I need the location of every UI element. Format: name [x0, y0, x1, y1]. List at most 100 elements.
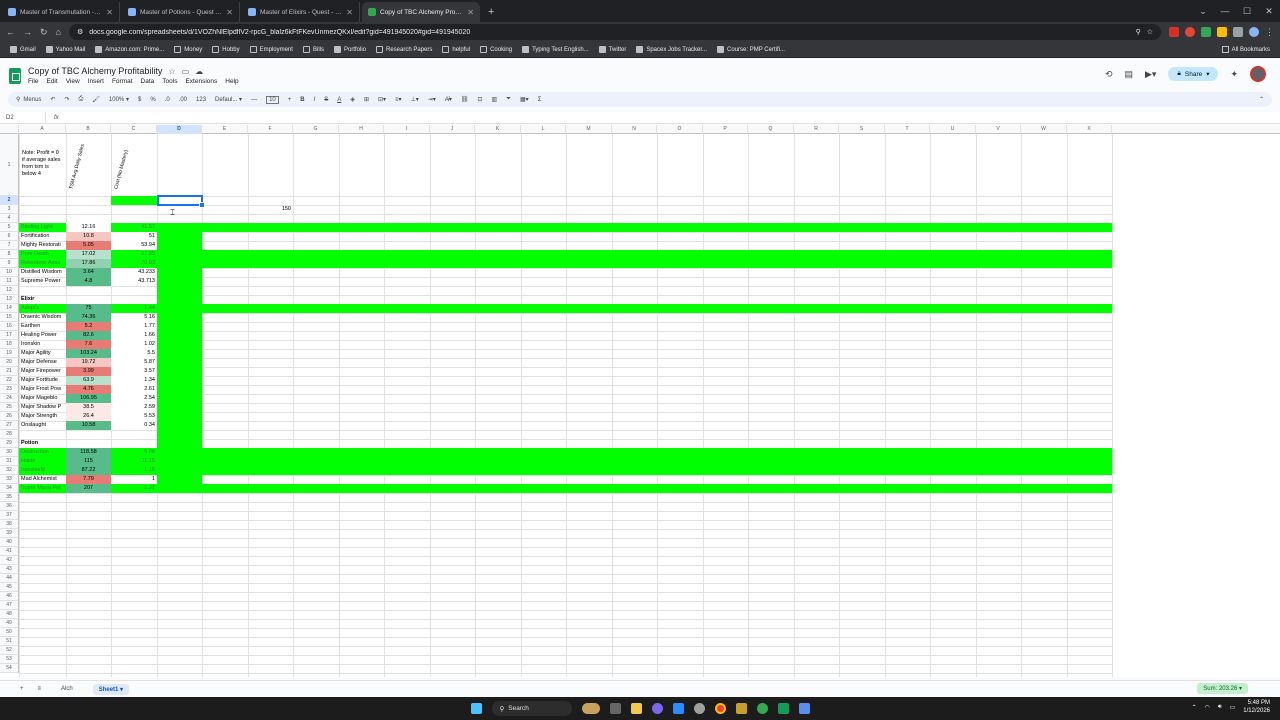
row-header[interactable]: 37 — [0, 511, 19, 520]
column-header-a[interactable]: A — [19, 125, 66, 134]
bookmark-star-icon[interactable]: ☆ — [1147, 28, 1153, 36]
row-header[interactable]: 53 — [0, 655, 19, 664]
item-name-cell[interactable]: Ironshield — [19, 466, 66, 475]
volume-icon[interactable]: 🔊︎ — [1218, 704, 1222, 711]
bookmark-item[interactable]: Hobby — [212, 46, 240, 53]
column-header-d[interactable]: D — [157, 125, 202, 134]
browser-tab[interactable]: Copy of TBC Alchemy Profitabili ✕ — [362, 2, 480, 22]
extension-icon[interactable] — [1185, 27, 1195, 37]
item-name-cell[interactable]: Healing Power — [19, 331, 66, 340]
row-header[interactable]: 40 — [0, 538, 19, 547]
column-header-i[interactable]: I — [384, 125, 430, 134]
selected-cell-d2[interactable] — [157, 195, 205, 208]
cost-cell[interactable]: 5.53 — [111, 412, 157, 421]
column-header-e[interactable]: E — [202, 125, 248, 134]
paint-format-icon[interactable]: 🖌︎ — [92, 96, 100, 103]
column-header-u[interactable]: U — [930, 125, 976, 134]
zoom-icon[interactable]: ⚲ — [1136, 28, 1141, 36]
bookmark-item[interactable]: Spacex Jobs Tracker... — [636, 46, 707, 53]
bookmark-item[interactable]: Cooking — [480, 46, 512, 53]
minimize-icon[interactable]: — — [1214, 0, 1236, 22]
row-header[interactable]: 8 — [0, 250, 19, 259]
chevron-up-icon[interactable]: ⌃ — [1192, 704, 1197, 711]
row-header[interactable]: 16 — [0, 322, 19, 331]
forward-icon[interactable]: → — [23, 27, 32, 37]
menu-help[interactable]: Help — [225, 78, 238, 85]
sales-cell[interactable]: 82.6 — [66, 331, 111, 340]
row-header[interactable]: 11 — [0, 277, 19, 286]
item-name-cell[interactable]: Supreme Power — [19, 277, 66, 286]
row-header[interactable]: 38 — [0, 520, 19, 529]
insert-link-icon[interactable]: ⛓︎ — [461, 96, 469, 103]
sales-cell[interactable]: 10.8 — [66, 232, 111, 241]
extension-icon[interactable] — [1217, 27, 1227, 37]
cost-cell[interactable]: 3.57 — [111, 367, 157, 376]
sales-cell[interactable]: 207 — [66, 484, 111, 493]
app-icon[interactable] — [735, 703, 747, 714]
zoom-select[interactable]: 100% ▾ — [109, 96, 129, 103]
sales-cell[interactable]: 75 — [66, 304, 111, 313]
row-header[interactable]: 54 — [0, 664, 19, 673]
sales-cell[interactable]: 38.5 — [66, 403, 111, 412]
sheets-logo-icon[interactable] — [9, 68, 21, 84]
row-header[interactable]: 29 — [0, 439, 19, 448]
row-header[interactable]: 41 — [0, 547, 19, 556]
sales-cell[interactable]: 115 — [66, 457, 111, 466]
app-icon[interactable] — [777, 703, 789, 714]
bookmark-item[interactable]: Amazon.com: Prime... — [95, 46, 164, 53]
item-name-cell[interactable]: Major Shadow P — [19, 403, 66, 412]
row-header[interactable]: 30 — [0, 448, 19, 457]
row-header[interactable]: 47 — [0, 601, 19, 610]
row-header[interactable]: 50 — [0, 628, 19, 637]
column-header-b[interactable]: B — [66, 125, 111, 134]
menu-data[interactable]: Data — [141, 78, 155, 85]
browser-menu-icon[interactable]: ⋮ — [1265, 27, 1274, 37]
notepad-icon[interactable] — [798, 703, 810, 714]
column-header-f[interactable]: F — [248, 125, 293, 134]
item-name-cell[interactable]: Mad Alchemist — [19, 475, 66, 484]
cost-cell[interactable]: 2.21 — [111, 484, 157, 493]
task-view-icon[interactable] — [609, 703, 621, 714]
column-header-q[interactable]: Q — [748, 125, 794, 134]
row-header[interactable]: 51 — [0, 637, 19, 646]
column-header-r[interactable]: R — [794, 125, 839, 134]
windows-start-icon[interactable] — [470, 703, 482, 714]
item-name-cell[interactable]: Relentless Assa — [19, 259, 66, 268]
item-name-cell[interactable]: Major Frost Pow — [19, 385, 66, 394]
row-header[interactable]: 32 — [0, 466, 19, 475]
column-header-m[interactable]: M — [566, 125, 612, 134]
insert-chart-icon[interactable]: ▥ — [492, 96, 498, 103]
all-sheets-icon[interactable]: ≡ — [38, 686, 42, 692]
cost-cell[interactable]: 1.34 — [111, 376, 157, 385]
cloud-status-icon[interactable]: ☁ — [195, 67, 203, 76]
cost-cell[interactable]: 1.66 — [111, 331, 157, 340]
row-header[interactable]: 39 — [0, 529, 19, 538]
column-header-n[interactable]: N — [612, 125, 657, 134]
row-header[interactable]: 45 — [0, 583, 19, 592]
item-name-cell[interactable]: Major Fortitude — [19, 376, 66, 385]
sales-cell[interactable]: 7.6 — [66, 340, 111, 349]
sales-cell[interactable]: 5.2 — [66, 322, 111, 331]
battery-icon[interactable]: ▭ — [1230, 704, 1236, 711]
column-header-c[interactable]: C — [111, 125, 157, 134]
close-tab-icon[interactable]: ✕ — [346, 8, 353, 17]
sales-cell[interactable]: 12.16 — [66, 223, 111, 232]
item-name-cell[interactable]: Destruction — [19, 448, 66, 457]
cost-cell[interactable]: 43.233 — [111, 268, 157, 277]
gemini-icon[interactable]: ✦ — [1230, 69, 1238, 80]
sales-cell[interactable]: 17.86 — [66, 259, 111, 268]
column-header-x[interactable]: X — [1067, 125, 1112, 134]
redo-icon[interactable]: ↷ — [64, 96, 69, 103]
italic-icon[interactable]: I — [314, 97, 316, 103]
avatar[interactable] — [1250, 66, 1266, 82]
sales-cell[interactable]: 7.79 — [66, 475, 111, 484]
sales-cell[interactable]: 3.99 — [66, 367, 111, 376]
item-name-cell[interactable]: Fortification — [19, 232, 66, 241]
borders-icon[interactable]: ⊞ — [364, 96, 369, 103]
browser-tab[interactable]: Master of Transmutation - Que ✕ — [2, 2, 120, 22]
row-header[interactable]: 34 — [0, 484, 19, 493]
site-info-icon[interactable]: ⚙ — [77, 28, 83, 36]
increase-decimal-button[interactable]: .00 — [179, 97, 187, 103]
item-name-cell[interactable]: Super Mana Pot — [19, 484, 66, 493]
strikethrough-icon[interactable]: S — [324, 97, 328, 103]
